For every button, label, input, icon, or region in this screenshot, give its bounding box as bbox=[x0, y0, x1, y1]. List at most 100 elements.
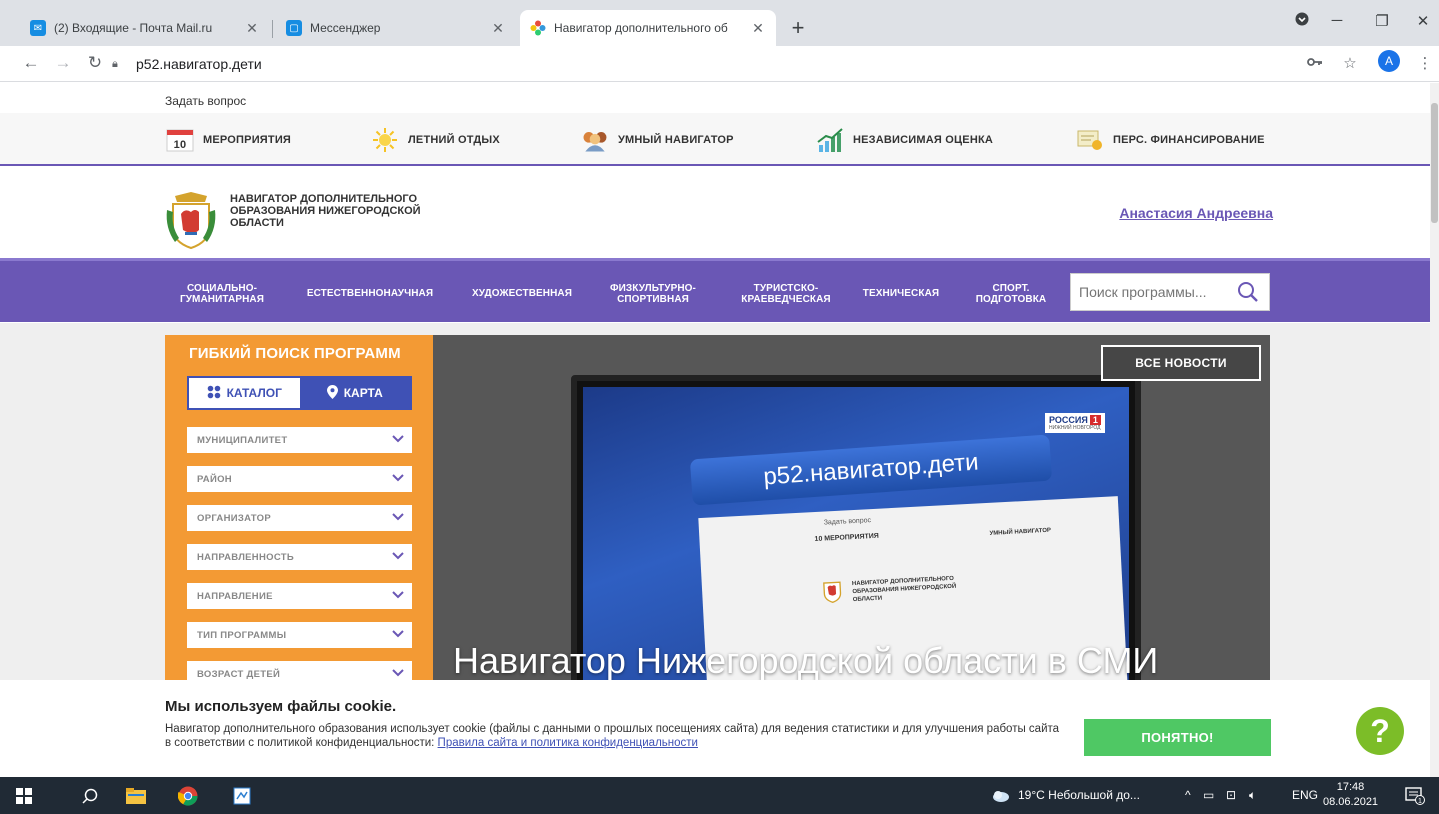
notification-count: 1 bbox=[1418, 798, 1422, 805]
filter-select-label: ТИП ПРОГРАММЫ bbox=[197, 629, 287, 641]
back-button[interactable]: ← bbox=[20, 53, 42, 73]
chevron-down-icon bbox=[392, 588, 404, 605]
close-icon[interactable]: ✕ bbox=[244, 20, 260, 37]
slide-title[interactable]: Навигатор Нижегородской области в СМИ bbox=[453, 640, 1158, 682]
tab-navigator[interactable]: Навигатор дополнительного об ✕ bbox=[520, 10, 776, 46]
all-news-button[interactable]: ВСЕ НОВОСТИ bbox=[1101, 345, 1261, 381]
menu-item-label: ЛЕТНИЙ ОТДЫХ bbox=[408, 134, 500, 146]
restore-button[interactable]: ❐ bbox=[1372, 12, 1392, 30]
network-icon[interactable]: ⊡ bbox=[1226, 788, 1236, 802]
tv-url-banner: p52.навигатор.дети bbox=[689, 434, 1053, 506]
chevron-down-icon bbox=[392, 627, 404, 644]
windows-taskbar: 19°C Небольшой до... ^ ▭ ⊡ 🔈︎ ENG 17:48 … bbox=[0, 777, 1439, 814]
privacy-policy-link[interactable]: Правила сайта и политика конфиденциально… bbox=[438, 737, 698, 749]
chevron-down-icon bbox=[392, 510, 404, 527]
weather-icon[interactable] bbox=[990, 786, 1010, 806]
cookie-text: Навигатор дополнительного образования ис… bbox=[165, 723, 1060, 749]
app-icon[interactable] bbox=[232, 786, 252, 806]
minimize-button[interactable]: ─ bbox=[1327, 12, 1347, 29]
scrollbar-thumb[interactable] bbox=[1431, 103, 1438, 223]
menu-item-smart-navigator[interactable]: УМНЫЙ НАВИГАТОР bbox=[580, 127, 734, 153]
forward-button[interactable]: → bbox=[52, 53, 74, 73]
site-header: НАВИГАТОР ДОПОЛНИТЕЛЬНОГО ОБРАЗОВАНИЯ НИ… bbox=[0, 168, 1430, 258]
clock-time: 17:48 bbox=[1336, 781, 1365, 793]
filter-select-label: НАПРАВЛЕНИЕ bbox=[197, 590, 273, 602]
menu-item-summer[interactable]: ЛЕТНИЙ ОТДЫХ bbox=[370, 127, 500, 153]
filter-select[interactable]: МУНИЦИПАЛИТЕТ bbox=[187, 427, 412, 453]
tv-channel-logo: РОССИЯ 1 НИЖНИЙ НОВГОРОД bbox=[1045, 413, 1105, 433]
menu-item-label: НЕЗАВИСИМАЯ ОЦЕНКА bbox=[853, 134, 994, 146]
address-bar[interactable]: 🔒︎ p52.навигатор.дети bbox=[112, 51, 1292, 77]
browser-tabstrip: ✉ (2) Входящие - Почта Mail.ru ✕ ▢ Мессе… bbox=[0, 0, 1439, 46]
category-tourism[interactable]: ТУРИСТСКО-КРАЕВЕДЧЕСКАЯ bbox=[736, 283, 836, 305]
tab-title: Навигатор дополнительного об bbox=[554, 21, 728, 35]
tab-messenger[interactable]: ▢ Мессенджер ✕ bbox=[276, 10, 516, 46]
help-icon[interactable]: ? bbox=[1355, 706, 1405, 756]
svg-text:?: ? bbox=[1370, 713, 1390, 749]
tv-crest-icon bbox=[823, 581, 842, 604]
menu-item-personal-funding[interactable]: ПЕРС. ФИНАНСИРОВАНИЕ bbox=[1075, 127, 1265, 153]
menu-item-label: МЕРОПРИЯТИЯ bbox=[203, 134, 292, 146]
page-scrollbar[interactable] bbox=[1430, 83, 1439, 777]
category-technical[interactable]: ТЕХНИЧЕСКАЯ bbox=[851, 288, 951, 299]
battery-icon[interactable]: ▭ bbox=[1203, 788, 1214, 802]
bookmark-star-icon[interactable]: ☆ bbox=[1340, 54, 1360, 72]
volume-icon[interactable]: 🔈︎ bbox=[1249, 788, 1256, 803]
chevron-down-icon bbox=[392, 432, 404, 449]
menu-item-independent-rating[interactable]: НЕЗАВИСИМАЯ ОЦЕНКА bbox=[815, 127, 993, 153]
filter-select[interactable]: НАПРАВЛЕННОСТЬ bbox=[187, 544, 412, 570]
menu-item-events[interactable]: 10 МЕРОПРИЯТИЯ bbox=[165, 127, 291, 153]
clock-date: 08.06.2021 bbox=[1323, 796, 1379, 808]
close-icon[interactable]: ✕ bbox=[490, 20, 506, 37]
tab-separator bbox=[272, 20, 273, 38]
filter-select-label: ВОЗРАСТ ДЕТЕЙ bbox=[197, 668, 281, 680]
file-explorer-icon[interactable] bbox=[126, 786, 146, 806]
tab-mail[interactable]: ✉ (2) Входящие - Почта Mail.ru ✕ bbox=[20, 10, 270, 46]
calendar-badge: 10 bbox=[174, 139, 187, 151]
menu-dots-icon[interactable]: ⋮ bbox=[1415, 54, 1435, 72]
ask-question-link[interactable]: Задать вопрос bbox=[165, 94, 246, 108]
filter-select-label: МУНИЦИПАЛИТЕТ bbox=[197, 434, 288, 446]
category-art[interactable]: ХУДОЖЕСТВЕННАЯ bbox=[462, 288, 582, 299]
tab-title: (2) Входящие - Почта Mail.ru bbox=[54, 21, 213, 35]
category-social[interactable]: СОЦИАЛЬНО-ГУМАНИТАРНАЯ bbox=[178, 283, 266, 305]
taskbar-search-icon[interactable] bbox=[80, 786, 100, 806]
notification-icon[interactable]: 1 bbox=[1405, 786, 1425, 806]
close-window-button[interactable]: ✕ bbox=[1413, 12, 1433, 30]
chrome-icon[interactable] bbox=[178, 786, 198, 806]
new-tab-button[interactable]: + bbox=[786, 15, 810, 41]
site-brand-title[interactable]: НАВИГАТОР ДОПОЛНИТЕЛЬНОГО ОБРАЗОВАНИЯ НИ… bbox=[230, 193, 470, 229]
menu-item-label: ПЕРС. ФИНАНСИРОВАНИЕ bbox=[1113, 134, 1265, 146]
tray-chevron-icon[interactable]: ^ bbox=[1185, 788, 1191, 802]
tab-search-icon[interactable] bbox=[1292, 12, 1312, 30]
people-icon bbox=[580, 127, 610, 153]
reload-button[interactable]: ↻ bbox=[84, 53, 106, 73]
filter-select[interactable]: НАПРАВЛЕНИЕ bbox=[187, 583, 412, 609]
chevron-down-icon bbox=[392, 471, 404, 488]
top-menu: 10 МЕРОПРИЯТИЯ ЛЕТНИЙ ОТДЫХ УМНЫЙ НАВИГА… bbox=[0, 113, 1430, 166]
category-sport-training[interactable]: СПОРТ. ПОДГОТОВКА bbox=[966, 283, 1056, 305]
program-search-input[interactable] bbox=[1079, 284, 1229, 300]
profile-avatar[interactable]: A bbox=[1378, 50, 1400, 72]
nizhny-novgorod-crest-logo[interactable] bbox=[165, 192, 217, 250]
sun-icon bbox=[370, 127, 400, 153]
cookie-accept-button[interactable]: ПОНЯТНО! bbox=[1084, 719, 1271, 756]
category-sport[interactable]: ФИЗКУЛЬТУРНО-СПОРТИВНАЯ bbox=[597, 283, 709, 305]
filter-select[interactable]: ОРГАНИЗАТОР bbox=[187, 505, 412, 531]
weather-text[interactable]: 19°C Небольшой до... bbox=[1018, 788, 1140, 802]
user-profile-link[interactable]: Анастасия Андреевна bbox=[1119, 205, 1273, 221]
key-icon[interactable] bbox=[1305, 54, 1325, 71]
clock[interactable]: 17:48 08.06.2021 bbox=[1323, 780, 1378, 810]
filter-select[interactable]: ТИП ПРОГРАММЫ bbox=[187, 622, 412, 648]
windows-start-icon[interactable] bbox=[14, 786, 34, 806]
close-icon[interactable]: ✕ bbox=[750, 20, 766, 37]
tab-catalog[interactable]: КАТАЛОГ bbox=[189, 378, 300, 408]
certificate-icon bbox=[1075, 127, 1105, 153]
category-science[interactable]: ЕСТЕСТВЕННОНАУЧНАЯ bbox=[290, 288, 450, 299]
filter-select[interactable]: РАЙОН bbox=[187, 466, 412, 492]
search-icon[interactable] bbox=[1237, 281, 1259, 308]
chart-icon bbox=[815, 127, 845, 153]
language-indicator[interactable]: ENG bbox=[1292, 788, 1318, 802]
chevron-down-icon bbox=[392, 549, 404, 566]
tab-map[interactable]: КАРТА bbox=[299, 378, 410, 408]
